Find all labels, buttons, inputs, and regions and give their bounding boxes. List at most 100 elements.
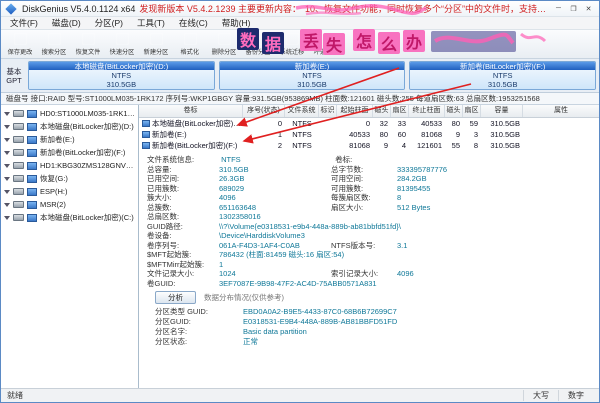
tree-item[interactable]: ESP(H:) [1, 185, 138, 198]
tree-item[interactable]: MSR(2) [1, 198, 138, 211]
tree-item-label: 本地磁盘(BitLocker加密)(D:) [40, 122, 134, 131]
partition-info-row: 分区GUID: E0318531-E9B4-448A-889B-AB81BBFD5… [155, 317, 599, 327]
update-detail[interactable]: 10、恢复文件功能，同时恢复多个“分区”中的文件时，支持一次性复制所有分区中已扫… [305, 2, 547, 15]
partition-table-row[interactable]: 新加卷(E:) 1 NTFS 40533 80 60 81068 9 3 310… [139, 129, 599, 140]
toolbar: 保存更改 搜索分区 恢复文件 快速分区 新建分区 格式化 删除分区 备份分区 系… [1, 30, 599, 59]
menu-item[interactable]: 帮助(H) [215, 17, 258, 29]
table-header-cell[interactable]: 扇区 [463, 105, 481, 117]
partition-info-value: EBD0A0A2-B9E5-4433-87C0-68B6B72699C7 [243, 307, 397, 316]
tree-item[interactable]: 本地磁盘(BitLocker加密)(D:) [1, 120, 138, 133]
info-label: 文件记录大小: [147, 269, 195, 278]
filesystem-type-value: NTFS [221, 155, 241, 164]
menu-item[interactable]: 分区(P) [88, 17, 130, 29]
toolbar-button[interactable]: 坏道检测 [309, 31, 343, 58]
table-header-cell[interactable]: 卷标 [139, 105, 243, 117]
toolbar-button[interactable]: 新建分区 [139, 31, 173, 58]
table-header-cell[interactable]: 终止柱面 [409, 105, 445, 117]
table-header-cell[interactable]: 文件系统 [285, 105, 319, 117]
expand-arrow-icon[interactable] [4, 150, 10, 155]
expand-arrow-icon[interactable] [4, 215, 10, 220]
start-sector-cell: 4 [401, 141, 406, 150]
end-cylinder-cell: 121601 [416, 141, 442, 150]
expand-arrow-icon[interactable] [4, 124, 10, 129]
table-header-cell[interactable]: 起始柱面 [337, 105, 373, 117]
partition-map-title: 新加卷(E:) [219, 62, 405, 70]
capacity-cell: 310.5GB [490, 119, 520, 128]
partition-map-size: 310.5GB [297, 80, 327, 89]
table-header-cell[interactable]: 扇区 [391, 105, 409, 117]
toolbar-button-icon [218, 33, 231, 45]
close-button[interactable]: ✕ [581, 3, 596, 15]
minimize-button[interactable]: ─ [551, 3, 566, 15]
filesystem-info-row: $MFTMirr起始簇: 1 [147, 260, 599, 270]
tree-item[interactable]: HD0:ST1000LM035-1RK172(932GB) [1, 107, 138, 120]
tree-item-label: HD1:KBG30ZMS128GNVMeTOSHIBA1 [40, 161, 138, 170]
info-value: 512 Bytes [397, 202, 431, 212]
tree-item[interactable]: 新加卷(E:) [1, 133, 138, 146]
info-label: 簇大小: [147, 193, 172, 202]
expand-arrow-icon[interactable] [4, 137, 10, 142]
end-head-cell: 55 [451, 141, 460, 150]
toolbar-button[interactable]: 删除分区 [207, 31, 241, 58]
expand-arrow-icon[interactable] [4, 189, 10, 194]
end-sector-cell: 8 [473, 141, 478, 150]
menu-item[interactable]: 磁盘(D) [45, 17, 88, 29]
toolbar-button[interactable]: 系统迁移 [275, 31, 309, 58]
toolbar-button[interactable]: 保存更改 [3, 31, 37, 58]
update-notice[interactable]: 发现新版本 V5.4.2.1239 主要更新内容： [139, 2, 301, 15]
toolbar-button[interactable]: 搜索分区 [37, 31, 71, 58]
partition-icon [27, 161, 37, 170]
expand-arrow-icon[interactable] [4, 202, 10, 207]
partition-map-title: 新加卷(BitLocker加密)(F:) [410, 62, 596, 70]
expand-arrow-icon[interactable] [4, 111, 10, 116]
partition-icon [27, 174, 37, 183]
tree-item-label: 新加卷(E:) [40, 135, 75, 144]
menu-item[interactable]: 在线(C) [172, 17, 215, 29]
toolbar-button[interactable]: 快速分区 [105, 31, 139, 58]
partition-map-body: NTFS 310.5GB [219, 70, 405, 89]
menu-item[interactable]: 文件(F) [3, 17, 45, 29]
partition-map-box[interactable]: 本地磁盘(BitLocker加密)(D:) NTFS 310.5GB [28, 61, 215, 90]
expand-arrow-icon[interactable] [4, 176, 10, 181]
filesystem-info-row: 总簇数: 651163648 扇区大小: 512 Bytes [147, 203, 599, 213]
toolbar-button-icon [286, 33, 299, 45]
tree-item[interactable]: 新加卷(BitLocker加密)(F:) [1, 146, 138, 159]
end-head-cell: 80 [451, 119, 460, 128]
partition-map-box[interactable]: 新加卷(BitLocker加密)(F:) NTFS 310.5GB [409, 61, 597, 90]
table-header-cell[interactable]: 容量 [481, 105, 523, 117]
start-cylinder-cell: 0 [365, 119, 370, 128]
volume-label-cell: 新加卷(E:) [139, 129, 243, 140]
partition-table-row[interactable]: 本地磁盘(BitLocker加密)(D:) 0 NTFS 0 32 33 405… [139, 118, 599, 129]
table-header-cell[interactable]: 磁头 [373, 105, 391, 117]
info-value: 4096 [397, 269, 414, 278]
start-head-cell: 32 [379, 119, 388, 128]
table-header-cell[interactable]: 磁头 [445, 105, 463, 117]
toolbar-button[interactable]: 恢复文件 [71, 31, 105, 58]
title-bar[interactable]: DiskGenius V5.4.0.1124 x64 发现新版本 V5.4.2.… [1, 1, 599, 17]
info-value: 786432 (柱面:81459 磁头:16 扇区:54) [219, 250, 345, 259]
partition-map-box[interactable]: 新加卷(E:) NTFS 310.5GB [218, 61, 406, 90]
expand-arrow-icon[interactable] [4, 163, 10, 168]
partition-guid-info: 分区类型 GUID: EBD0A0A2-B9E5-4433-87C0-68B6B7… [155, 307, 599, 347]
end-sector-cell: 3 [473, 130, 478, 139]
partition-map-band: 基本 GPT 本地磁盘(BitLocker加密)(D:) NTFS 310.5G… [1, 59, 599, 93]
disk-icon [13, 136, 24, 143]
filesystem-info-row: 卷序列号: 061A-F4D3-1AF4-C0AB NTFS版本号: 3.1 [147, 241, 599, 251]
toolbar-button[interactable]: 格式化 [173, 31, 207, 58]
index-cell: 1 [277, 130, 282, 139]
menu-item[interactable]: 工具(T) [130, 17, 172, 29]
filesystem-info-row: 已用空间: 26.3GB 可用空间: 284.2GB [147, 174, 599, 184]
analyze-button[interactable]: 分析 [155, 291, 196, 304]
tree-item[interactable]: 本地磁盘(BitLocker加密)(C:) [1, 211, 138, 224]
filesystem-info-row: 卷GUID: 3EF7087E-9B98-47F2-AC4D-75ABB0571A… [147, 279, 599, 289]
info-label: 总簇数: [147, 202, 172, 212]
toolbar-button[interactable]: 备份分区 [241, 31, 275, 58]
maximize-button[interactable]: ❐ [566, 3, 581, 15]
partition-table-row[interactable]: 新加卷(BitLocker加密)(F:) 2 NTFS 81068 9 4 12… [139, 140, 599, 151]
tree-item[interactable]: HD1:KBG30ZMS128GNVMeTOSHIBA1 [1, 159, 138, 172]
table-header-cell[interactable]: 序号(状态) [243, 105, 285, 117]
table-header-cell[interactable]: 属性 [523, 105, 599, 117]
table-header-cell[interactable]: 标识 [319, 105, 337, 117]
tree-item[interactable]: 恢复(G:) [1, 172, 138, 185]
sidebar-tree: HD0:ST1000LM035-1RK172(932GB) 本地磁盘(BitLo… [1, 105, 139, 388]
